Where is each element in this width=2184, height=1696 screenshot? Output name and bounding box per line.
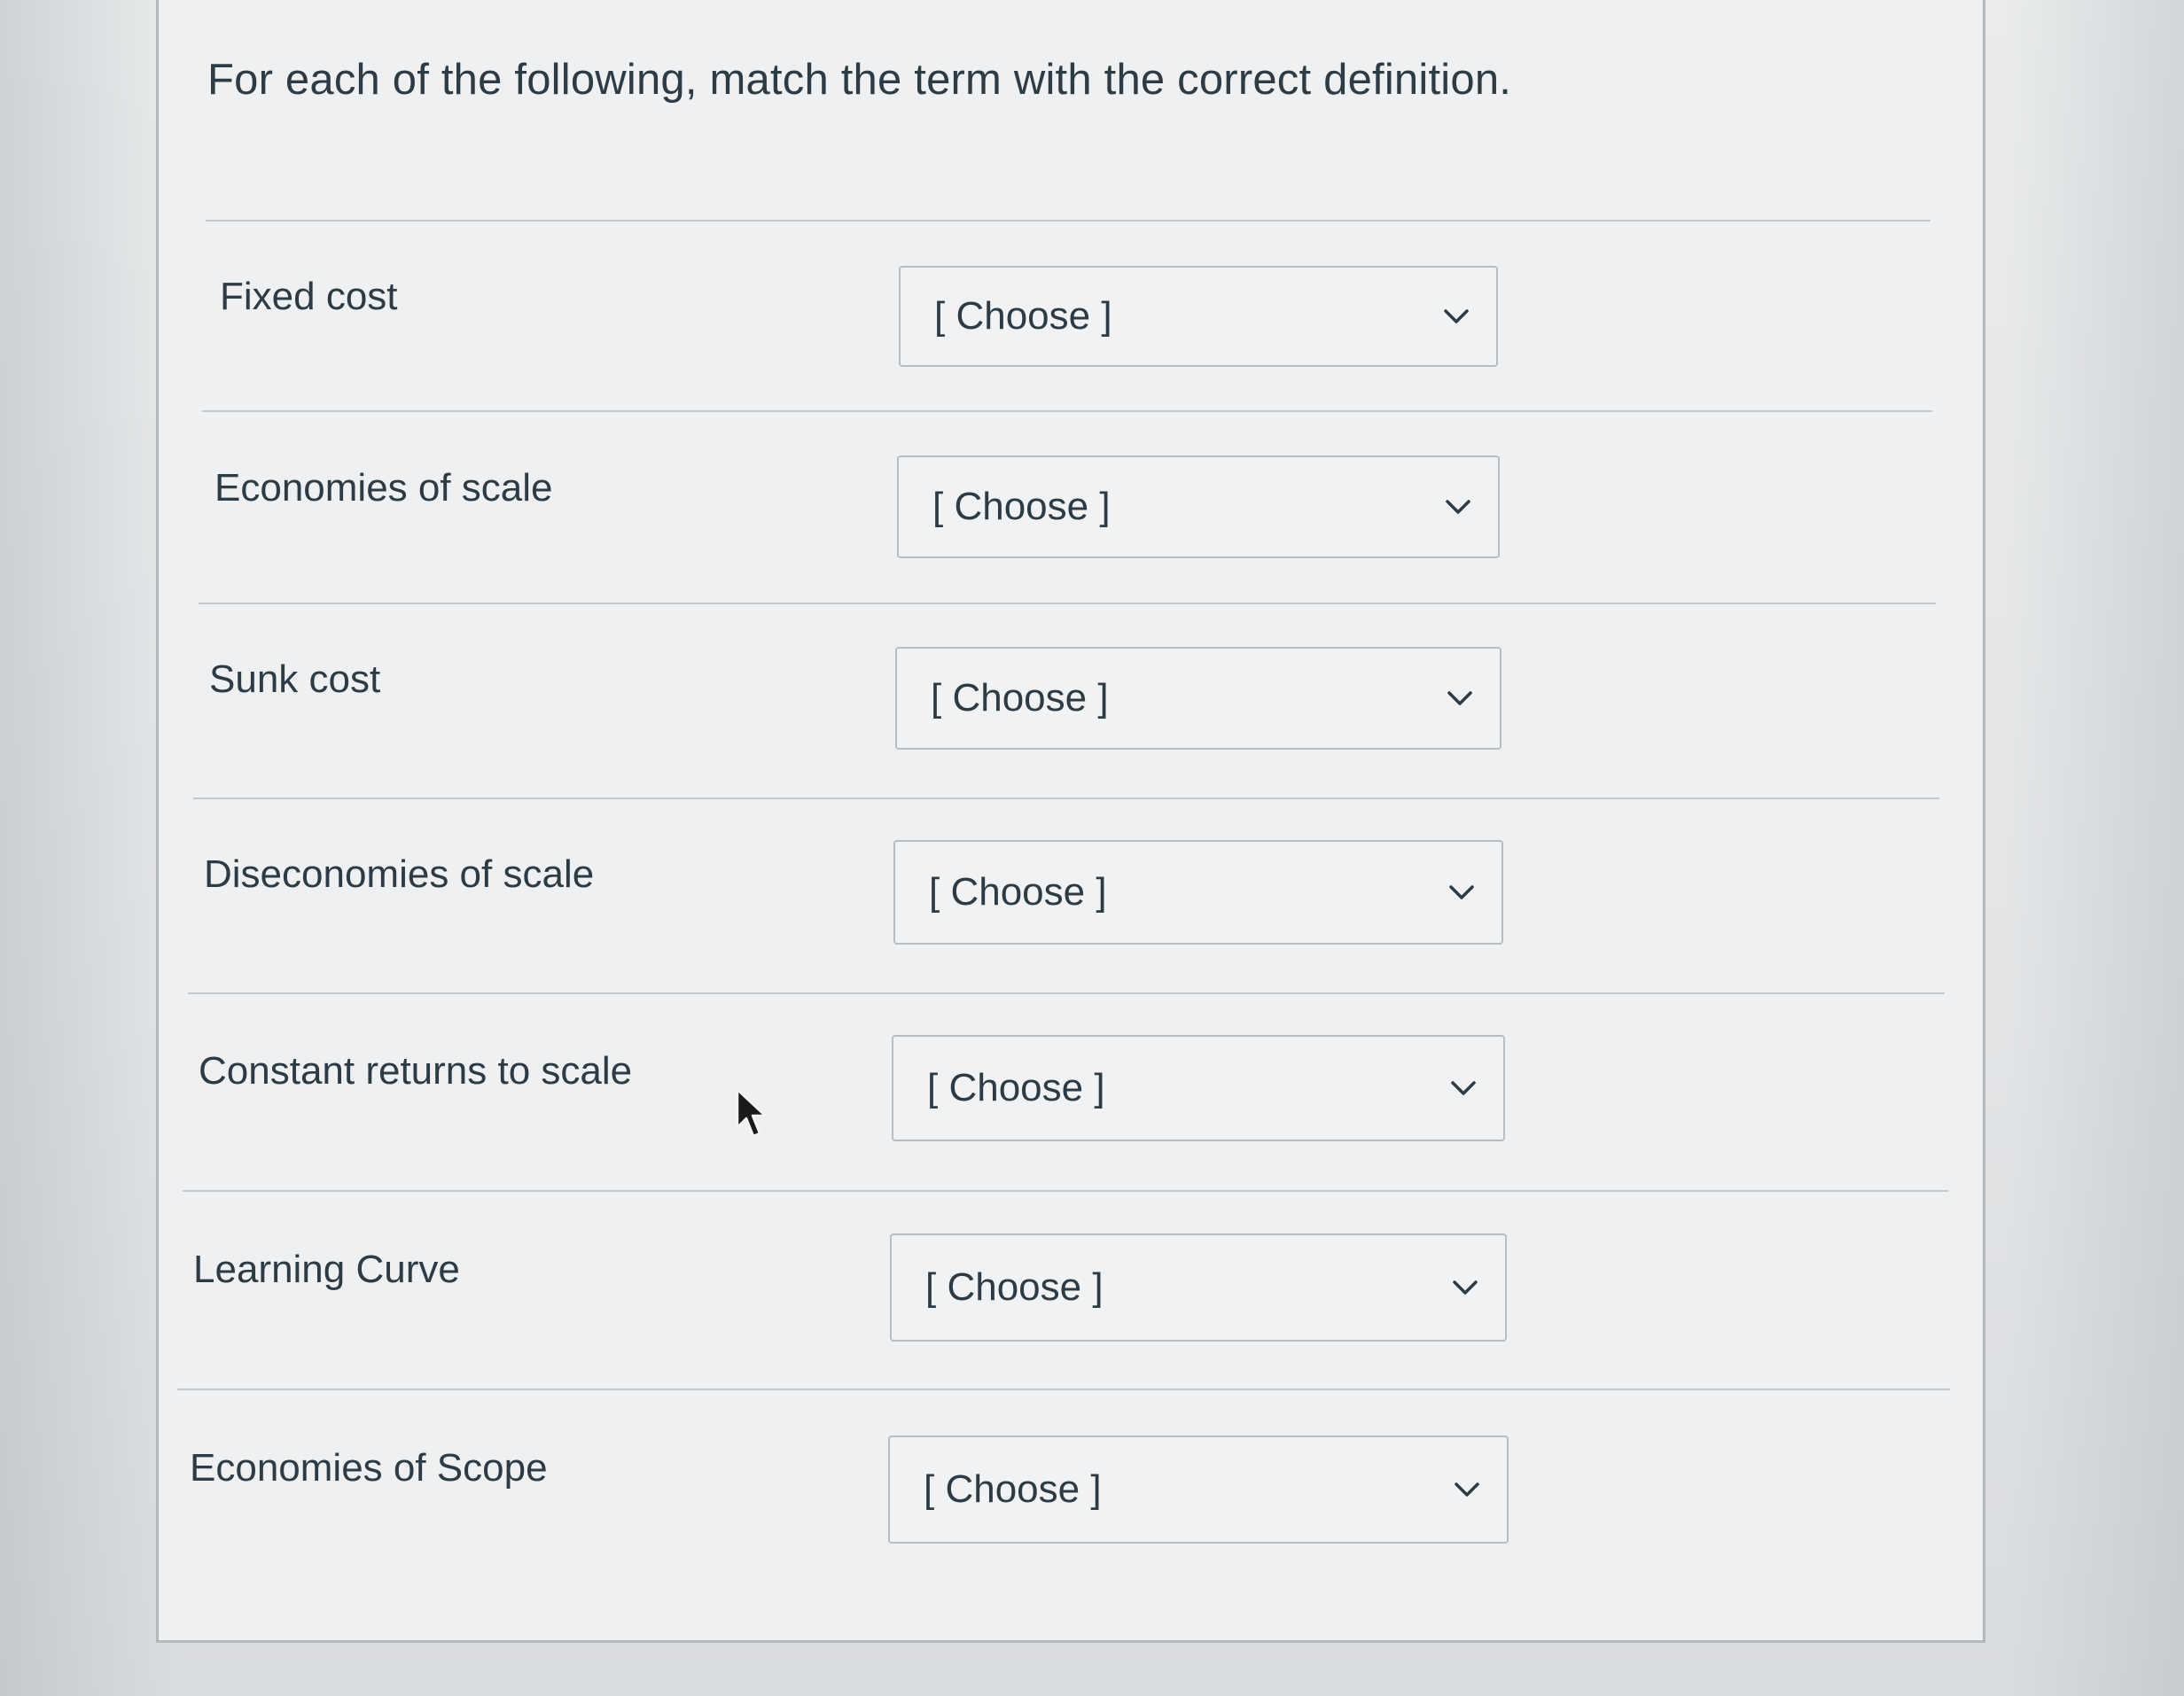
term-label-learning-curve: Learning Curve [193,1248,460,1291]
chevron-down-icon [1449,885,1474,899]
select-value: [ Choose ] [925,1265,1104,1309]
select-value: [ Choose ] [931,676,1109,720]
term-label-constant-returns-to-scale: Constant returns to scale [199,1049,633,1093]
chevron-down-icon [1455,1482,1479,1497]
chevron-down-icon [1447,691,1472,705]
definition-select-economies-of-scale[interactable]: [ Choose ] [897,455,1500,558]
chevron-down-icon [1453,1280,1478,1295]
row-divider [193,797,1939,799]
chevron-down-icon [1451,1081,1476,1095]
row-divider [202,410,1932,412]
chevron-down-icon [1444,309,1469,323]
select-value: [ Choose ] [929,870,1107,914]
term-label-sunk-cost: Sunk cost [209,657,381,701]
term-label-economies-of-scope: Economies of Scope [190,1446,548,1490]
term-label-economies-of-scale: Economies of scale [214,466,553,510]
definition-select-diseconomies-of-scale[interactable]: [ Choose ] [893,840,1503,945]
term-label-fixed-cost: Fixed cost [220,275,398,318]
chevron-down-icon [1446,500,1470,514]
question-prompt: For each of the following, match the ter… [207,56,1512,104]
definition-select-economies-of-scope[interactable]: [ Choose ] [888,1435,1509,1544]
row-divider [183,1190,1948,1192]
row-divider [177,1389,1950,1390]
term-label-diseconomies-of-scale: Diseconomies of scale [204,852,595,896]
select-value: [ Choose ] [934,294,1112,338]
row-divider [206,220,1930,222]
row-divider [199,603,1936,604]
mouse-cursor-icon [736,1088,767,1138]
select-value: [ Choose ] [932,485,1111,528]
definition-select-fixed-cost[interactable]: [ Choose ] [899,266,1498,367]
row-divider [188,992,1945,994]
definition-select-constant-returns-to-scale[interactable]: [ Choose ] [892,1035,1505,1141]
select-value: [ Choose ] [927,1066,1105,1109]
question-panel [156,0,1985,1643]
definition-select-sunk-cost[interactable]: [ Choose ] [895,647,1502,750]
select-value: [ Choose ] [924,1467,1102,1511]
definition-select-learning-curve[interactable]: [ Choose ] [890,1233,1507,1342]
